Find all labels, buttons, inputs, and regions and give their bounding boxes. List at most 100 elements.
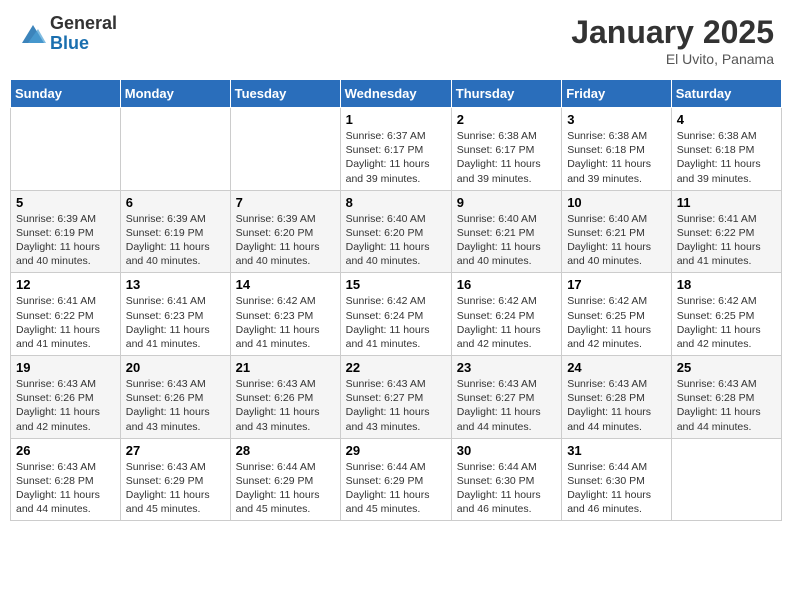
day-info: Sunrise: 6:41 AM Sunset: 6:23 PM Dayligh… [126, 294, 225, 351]
day-number: 5 [16, 195, 115, 210]
day-info: Sunrise: 6:43 AM Sunset: 6:28 PM Dayligh… [567, 377, 666, 434]
logo-blue-text: Blue [50, 34, 117, 54]
calendar-cell [230, 108, 340, 191]
day-number: 11 [677, 195, 776, 210]
weekday-header-sunday: Sunday [11, 80, 121, 108]
day-info: Sunrise: 6:43 AM Sunset: 6:28 PM Dayligh… [677, 377, 776, 434]
title-block: January 2025 El Uvito, Panama [571, 14, 774, 67]
day-number: 16 [457, 277, 556, 292]
day-info: Sunrise: 6:43 AM Sunset: 6:29 PM Dayligh… [126, 460, 225, 517]
calendar-cell: 11Sunrise: 6:41 AM Sunset: 6:22 PM Dayli… [671, 190, 781, 273]
day-info: Sunrise: 6:42 AM Sunset: 6:25 PM Dayligh… [677, 294, 776, 351]
day-info: Sunrise: 6:38 AM Sunset: 6:17 PM Dayligh… [457, 129, 556, 186]
day-info: Sunrise: 6:44 AM Sunset: 6:29 PM Dayligh… [346, 460, 446, 517]
day-number: 24 [567, 360, 666, 375]
day-number: 23 [457, 360, 556, 375]
calendar-cell: 18Sunrise: 6:42 AM Sunset: 6:25 PM Dayli… [671, 273, 781, 356]
calendar-week-row: 1 Sunrise: 6:37 AM Sunset: 6:17 PM Daylig… [11, 108, 782, 191]
day-info: Sunrise: 6:43 AM Sunset: 6:27 PM Dayligh… [457, 377, 556, 434]
day-info: Sunrise: 6:43 AM Sunset: 6:26 PM Dayligh… [126, 377, 225, 434]
weekday-header-tuesday: Tuesday [230, 80, 340, 108]
day-info: Sunrise: 6:44 AM Sunset: 6:30 PM Dayligh… [567, 460, 666, 517]
day-number: 17 [567, 277, 666, 292]
day-info: Sunrise: 6:39 AM Sunset: 6:20 PM Dayligh… [236, 212, 335, 269]
calendar-cell: 7Sunrise: 6:39 AM Sunset: 6:20 PM Daylig… [230, 190, 340, 273]
weekday-header-saturday: Saturday [671, 80, 781, 108]
day-info: Sunrise: 6:43 AM Sunset: 6:27 PM Dayligh… [346, 377, 446, 434]
day-number: 31 [567, 443, 666, 458]
calendar-cell: 22 Sunrise: 6:43 AM Sunset: 6:27 PM Dayli… [340, 356, 451, 439]
calendar-cell: 5 Sunrise: 6:39 AM Sunset: 6:19 PM Daylig… [11, 190, 121, 273]
day-info: Sunrise: 6:39 AM Sunset: 6:19 PM Dayligh… [126, 212, 225, 269]
logo: General Blue [18, 14, 117, 54]
day-number: 2 [457, 112, 556, 127]
day-number: 15 [346, 277, 446, 292]
day-info: Sunrise: 6:44 AM Sunset: 6:30 PM Dayligh… [457, 460, 556, 517]
day-number: 26 [16, 443, 115, 458]
logo-text: General Blue [50, 14, 117, 54]
calendar-cell: 31 Sunrise: 6:44 AM Sunset: 6:30 PM Dayli… [562, 438, 672, 521]
day-number: 30 [457, 443, 556, 458]
calendar-cell: 21Sunrise: 6:43 AM Sunset: 6:26 PM Dayli… [230, 356, 340, 439]
day-number: 29 [346, 443, 446, 458]
day-number: 6 [126, 195, 225, 210]
day-number: 21 [236, 360, 335, 375]
day-info: Sunrise: 6:42 AM Sunset: 6:24 PM Dayligh… [457, 294, 556, 351]
calendar-week-row: 26 Sunrise: 6:43 AM Sunset: 6:28 PM Dayli… [11, 438, 782, 521]
day-number: 8 [346, 195, 446, 210]
logo-general-text: General [50, 14, 117, 34]
day-info: Sunrise: 6:40 AM Sunset: 6:21 PM Dayligh… [457, 212, 556, 269]
calendar-cell: 6 Sunrise: 6:39 AM Sunset: 6:19 PM Daylig… [120, 190, 230, 273]
calendar-cell: 4 Sunrise: 6:38 AM Sunset: 6:18 PM Daylig… [671, 108, 781, 191]
day-number: 12 [16, 277, 115, 292]
calendar-cell: 12Sunrise: 6:41 AM Sunset: 6:22 PM Dayli… [11, 273, 121, 356]
day-info: Sunrise: 6:44 AM Sunset: 6:29 PM Dayligh… [236, 460, 335, 517]
calendar-cell: 8 Sunrise: 6:40 AM Sunset: 6:20 PM Daylig… [340, 190, 451, 273]
weekday-header-monday: Monday [120, 80, 230, 108]
month-title: January 2025 [571, 14, 774, 51]
page-header: General Blue January 2025 El Uvito, Pana… [10, 10, 782, 71]
calendar-cell: 9 Sunrise: 6:40 AM Sunset: 6:21 PM Daylig… [451, 190, 561, 273]
day-info: Sunrise: 6:43 AM Sunset: 6:28 PM Dayligh… [16, 460, 115, 517]
day-number: 22 [346, 360, 446, 375]
calendar-cell: 26 Sunrise: 6:43 AM Sunset: 6:28 PM Dayli… [11, 438, 121, 521]
calendar-cell: 27Sunrise: 6:43 AM Sunset: 6:29 PM Dayli… [120, 438, 230, 521]
day-number: 25 [677, 360, 776, 375]
day-info: Sunrise: 6:42 AM Sunset: 6:24 PM Dayligh… [346, 294, 446, 351]
weekday-header-wednesday: Wednesday [340, 80, 451, 108]
calendar-cell: 2 Sunrise: 6:38 AM Sunset: 6:17 PM Daylig… [451, 108, 561, 191]
day-info: Sunrise: 6:37 AM Sunset: 6:17 PM Dayligh… [346, 129, 446, 186]
calendar-cell: 1 Sunrise: 6:37 AM Sunset: 6:17 PM Daylig… [340, 108, 451, 191]
calendar-week-row: 19 Sunrise: 6:43 AM Sunset: 6:26 PM Dayli… [11, 356, 782, 439]
calendar-cell: 30 Sunrise: 6:44 AM Sunset: 6:30 PM Dayli… [451, 438, 561, 521]
calendar-cell: 23 Sunrise: 6:43 AM Sunset: 6:27 PM Dayli… [451, 356, 561, 439]
calendar-cell: 10 Sunrise: 6:40 AM Sunset: 6:21 PM Dayli… [562, 190, 672, 273]
day-number: 4 [677, 112, 776, 127]
day-info: Sunrise: 6:40 AM Sunset: 6:21 PM Dayligh… [567, 212, 666, 269]
location: El Uvito, Panama [571, 51, 774, 67]
calendar-cell: 17Sunrise: 6:42 AM Sunset: 6:25 PM Dayli… [562, 273, 672, 356]
day-number: 1 [346, 112, 446, 127]
day-number: 9 [457, 195, 556, 210]
calendar-cell: 16 Sunrise: 6:42 AM Sunset: 6:24 PM Dayli… [451, 273, 561, 356]
calendar-cell: 25 Sunrise: 6:43 AM Sunset: 6:28 PM Dayli… [671, 356, 781, 439]
calendar-week-row: 5 Sunrise: 6:39 AM Sunset: 6:19 PM Daylig… [11, 190, 782, 273]
day-info: Sunrise: 6:40 AM Sunset: 6:20 PM Dayligh… [346, 212, 446, 269]
calendar-cell: 3Sunrise: 6:38 AM Sunset: 6:18 PM Daylig… [562, 108, 672, 191]
day-number: 3 [567, 112, 666, 127]
day-info: Sunrise: 6:39 AM Sunset: 6:19 PM Dayligh… [16, 212, 115, 269]
logo-icon [18, 19, 48, 49]
day-number: 19 [16, 360, 115, 375]
day-number: 10 [567, 195, 666, 210]
calendar-cell: 15 Sunrise: 6:42 AM Sunset: 6:24 PM Dayli… [340, 273, 451, 356]
day-info: Sunrise: 6:42 AM Sunset: 6:23 PM Dayligh… [236, 294, 335, 351]
weekday-header-row: SundayMondayTuesdayWednesdayThursdayFrid… [11, 80, 782, 108]
day-info: Sunrise: 6:38 AM Sunset: 6:18 PM Dayligh… [677, 129, 776, 186]
weekday-header-friday: Friday [562, 80, 672, 108]
calendar-cell: 29 Sunrise: 6:44 AM Sunset: 6:29 PM Dayli… [340, 438, 451, 521]
day-number: 14 [236, 277, 335, 292]
calendar-cell: 19Sunrise: 6:43 AM Sunset: 6:26 PM Dayli… [11, 356, 121, 439]
calendar-cell [120, 108, 230, 191]
calendar-cell: 28Sunrise: 6:44 AM Sunset: 6:29 PM Dayli… [230, 438, 340, 521]
weekday-header-thursday: Thursday [451, 80, 561, 108]
